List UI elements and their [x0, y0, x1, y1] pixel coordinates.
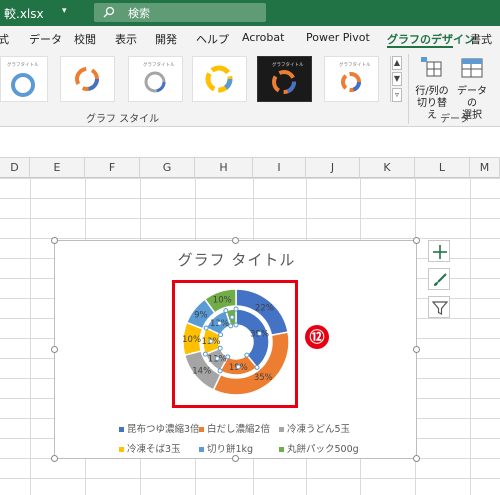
legend-label: 丸餅パック500g: [287, 444, 359, 455]
gallery-down-button[interactable]: ▼: [392, 72, 402, 86]
legend-swatch: [279, 427, 284, 432]
column-header[interactable]: L: [415, 158, 470, 178]
search-box[interactable]: 検索: [94, 3, 266, 22]
file-menu-caret[interactable]: ▾: [62, 6, 67, 16]
column-header[interactable]: I: [253, 158, 306, 178]
svg-text:グラフタイトル: グラフタイトル: [143, 61, 175, 68]
svg-text:グラフタイトル: グラフタイトル: [272, 61, 304, 68]
highlight-box: [172, 280, 298, 408]
switch-row-column-button[interactable]: 行/列の 切り替え: [413, 56, 451, 121]
column-header[interactable]: F: [85, 158, 140, 178]
gallery-more-button[interactable]: ▿: [392, 88, 402, 102]
select-data-label-1: データの: [457, 86, 487, 109]
brush-icon: [434, 273, 447, 286]
formula-bar-area: [0, 128, 500, 158]
group-label-data: データ: [440, 114, 470, 125]
column-header[interactable]: D: [0, 158, 30, 178]
tab-data[interactable]: データ: [29, 31, 62, 47]
ribbon: グラフタイトル グラフタイトル グラフタイトル グラフタイトル ▲ ▼ ▿ グラ…: [0, 50, 500, 127]
legend-swatch: [119, 447, 124, 452]
title-bar: 較.xlsx ▾ 検索: [0, 0, 500, 26]
legend-label: 冷凍うどん5玉: [287, 424, 351, 435]
gallery-up-button[interactable]: ▲: [392, 56, 402, 70]
tab-chart-design[interactable]: グラフのデザイン: [387, 31, 475, 47]
column-header[interactable]: M: [470, 158, 500, 178]
select-data-button[interactable]: データの 選択: [453, 56, 491, 121]
step-badge: ⑫: [305, 325, 329, 349]
tab-help[interactable]: ヘルプ: [196, 31, 229, 47]
filter-icon: [432, 301, 448, 315]
legend-swatch: [199, 427, 204, 432]
resize-handle[interactable]: [51, 455, 58, 462]
legend-swatch: [119, 427, 124, 432]
column-header[interactable]: E: [30, 158, 85, 178]
column-headers: D E F G H I J K L M: [0, 158, 500, 178]
plus-icon: [433, 245, 447, 259]
search-placeholder: 検索: [128, 7, 150, 20]
resize-handle[interactable]: [51, 346, 58, 353]
gallery-scroll: ▲ ▼ ▿: [390, 56, 402, 102]
tab-power-pivot[interactable]: Power Pivot: [306, 31, 370, 44]
legend-label: 切り餅1kg: [207, 444, 254, 455]
column-header[interactable]: K: [360, 158, 415, 178]
legend-item: 冷凍そば3玉: [119, 441, 181, 455]
chart-style-thumb-1[interactable]: グラフタイトル: [0, 56, 48, 102]
file-name: 較.xlsx: [4, 7, 44, 21]
grid-line: [470, 178, 471, 495]
active-tab-indicator: [387, 46, 453, 48]
column-header[interactable]: H: [195, 158, 253, 178]
legend-item: 冷凍うどん5玉: [279, 421, 350, 435]
legend-label: 昆布つゆ濃縮3倍: [127, 424, 200, 435]
grid-line: [30, 178, 31, 495]
chart-styles-button[interactable]: [428, 268, 450, 290]
legend-item: 昆布つゆ濃縮3倍: [119, 421, 200, 435]
legend-label: 冷凍そば3玉: [127, 444, 181, 455]
column-header[interactable]: J: [306, 158, 360, 178]
ribbon-separator: [408, 54, 409, 124]
switch-row-column-icon: [421, 57, 442, 77]
legend-item: 白だし濃縮2倍: [199, 421, 270, 435]
tab-format[interactable]: 書式: [470, 31, 492, 47]
style-thumb-title: グラフタイトル: [7, 61, 39, 68]
column-header[interactable]: G: [140, 158, 195, 178]
legend-item: 切り餅1kg: [199, 441, 253, 455]
tab-view[interactable]: 表示: [115, 31, 137, 47]
resize-handle[interactable]: [51, 237, 58, 244]
resize-handle[interactable]: [232, 237, 239, 244]
chart-style-thumb-5[interactable]: グラフタイトル: [257, 56, 312, 102]
resize-handle[interactable]: [232, 455, 239, 462]
tab-formulas[interactable]: 式: [0, 31, 9, 47]
resize-handle[interactable]: [413, 237, 420, 244]
chart-elements-button[interactable]: [428, 240, 450, 262]
switch-row-column-label-1: 行/列の: [415, 86, 449, 97]
chart-style-thumb-6[interactable]: グラフタイトル: [324, 56, 379, 102]
svg-text:グラフタイトル: グラフタイトル: [339, 61, 371, 68]
tab-developer[interactable]: 開発: [155, 31, 177, 47]
legend-swatch: [199, 447, 204, 452]
tab-review[interactable]: 校閲: [74, 31, 96, 47]
resize-handle[interactable]: [413, 346, 420, 353]
chart-filters-button[interactable]: [428, 296, 450, 318]
tab-acrobat[interactable]: Acrobat: [242, 31, 284, 44]
legend-swatch: [279, 447, 284, 452]
search-icon: [103, 6, 115, 18]
resize-handle[interactable]: [413, 455, 420, 462]
legend-label: 白だし濃縮2倍: [207, 424, 271, 435]
group-label-chart-styles: グラフ スタイル: [86, 114, 160, 125]
chart-style-thumb-4[interactable]: [192, 56, 247, 102]
select-data-icon: [461, 58, 483, 78]
chart-style-thumb-2[interactable]: [60, 56, 115, 102]
chart-style-thumb-3[interactable]: グラフタイトル: [128, 56, 183, 102]
legend-item: 丸餅パック500g: [279, 441, 359, 455]
